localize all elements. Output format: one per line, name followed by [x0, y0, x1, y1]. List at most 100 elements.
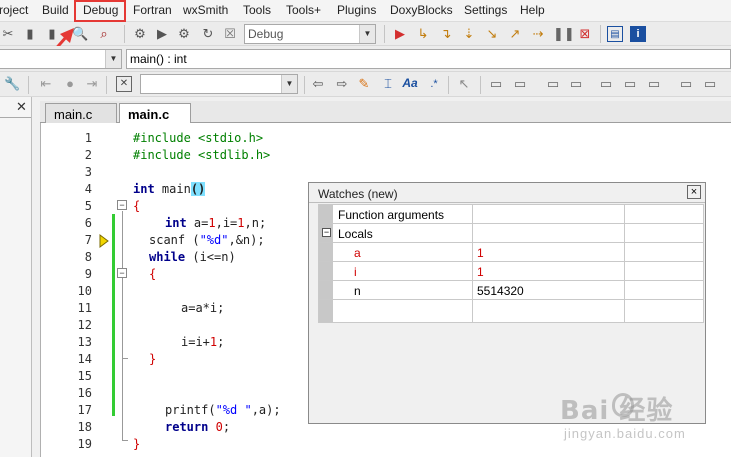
- function-select-value: main() : int: [130, 52, 187, 66]
- watch-row[interactable]: − Locals: [319, 224, 703, 243]
- watch-row[interactable]: i 1: [319, 262, 703, 281]
- watch-value: 1: [477, 246, 484, 260]
- chevron-down-icon[interactable]: ▼: [359, 25, 375, 43]
- keyword: int: [133, 182, 155, 196]
- close-icon[interactable]: ✕: [16, 99, 27, 115]
- run-to-cursor-icon[interactable]: ↳: [415, 26, 431, 42]
- forward-arrow-icon[interactable]: ⇨: [334, 76, 350, 92]
- abort-icon[interactable]: ☒: [222, 26, 238, 42]
- run-icon[interactable]: ▶: [154, 26, 170, 42]
- watches-window[interactable]: Watches (new) × Function arguments − Loc…: [308, 182, 706, 424]
- tab-main-c-1[interactable]: main.c: [45, 103, 117, 124]
- code-text: ;: [217, 335, 225, 349]
- code-line-6: int a=1,i=1,n;: [165, 216, 266, 230]
- debug-start-icon[interactable]: ▶: [392, 26, 408, 42]
- match-case-icon[interactable]: Aa: [402, 75, 418, 91]
- watch-row[interactable]: n 5514320: [319, 281, 703, 300]
- highlight-pen-icon[interactable]: ✎: [356, 76, 372, 92]
- build-gear-icon[interactable]: ⚙: [132, 26, 148, 42]
- code-text: scanf (: [149, 233, 200, 247]
- watch-row[interactable]: a 1: [319, 243, 703, 262]
- next-instruction-icon[interactable]: ⇣: [461, 26, 477, 42]
- brace-match-highlight: (): [190, 182, 206, 196]
- code-line-11: a=a*i;: [181, 301, 225, 315]
- layout-icon-2[interactable]: ▭: [512, 76, 528, 92]
- layout-icon-3[interactable]: ▭: [545, 76, 561, 92]
- debug-windows-icon[interactable]: ▤: [607, 26, 623, 42]
- code-line-4: int main(): [133, 182, 206, 196]
- code-text: ,a);: [251, 403, 281, 417]
- menu-wxsmith[interactable]: wxSmith: [183, 3, 228, 17]
- next-line-icon[interactable]: ↴: [438, 26, 454, 42]
- collapse-icon[interactable]: −: [322, 228, 331, 237]
- build-run-icon[interactable]: ⚙: [176, 26, 192, 42]
- rebuild-icon[interactable]: ↻: [200, 26, 216, 42]
- prev-bookmark-icon[interactable]: ⇤: [38, 76, 54, 92]
- select-pointer-icon[interactable]: ↖: [456, 76, 472, 92]
- layout-icon-7[interactable]: ▭: [646, 76, 662, 92]
- menu-project[interactable]: roject: [0, 3, 28, 17]
- code-text: i=i+: [181, 335, 210, 349]
- line-number: 19: [77, 437, 92, 451]
- watch-value: 1: [477, 265, 484, 279]
- back-arrow-icon[interactable]: ⇦: [310, 76, 326, 92]
- fold-toggle-icon[interactable]: −: [117, 200, 127, 210]
- line-number: 1: [84, 131, 92, 145]
- code-line-18: return 0;: [165, 420, 230, 434]
- menu-plugins[interactable]: Plugins: [337, 3, 376, 17]
- layout-icon-6[interactable]: ▭: [622, 76, 638, 92]
- layout-icon-8[interactable]: ▭: [678, 76, 694, 92]
- number-literal: 0: [215, 420, 223, 434]
- layout-icon-4[interactable]: ▭: [568, 76, 584, 92]
- watches-title: Watches (new): [318, 187, 398, 201]
- chevron-down-icon[interactable]: ▼: [281, 75, 297, 93]
- scope-select[interactable]: ▼: [0, 49, 122, 69]
- build-target-select[interactable]: Debug ▼: [244, 24, 376, 44]
- menu-doxyblocks[interactable]: DoxyBlocks: [390, 3, 453, 17]
- wrench-icon[interactable]: 🔧: [4, 76, 20, 92]
- menu-tools-plus[interactable]: Tools+: [286, 3, 321, 17]
- next-bookmark-icon[interactable]: ⇥: [84, 76, 100, 92]
- step-instruction-icon[interactable]: ⇢: [530, 26, 546, 42]
- watches-title-bar[interactable]: Watches (new) ×: [309, 183, 705, 203]
- menu-tools[interactable]: Tools: [243, 3, 271, 17]
- line-number: 5: [84, 199, 92, 213]
- management-panel: ✕: [0, 97, 32, 457]
- step-out-icon[interactable]: ↗: [507, 26, 523, 42]
- stop-debug-icon[interactable]: ⊠: [577, 26, 593, 42]
- watches-table[interactable]: Function arguments − Locals a 1 i 1 n 55…: [318, 204, 704, 323]
- toolbar-separator: [124, 25, 125, 43]
- step-into-icon[interactable]: ↘: [484, 26, 500, 42]
- layout-icon-5[interactable]: ▭: [598, 76, 614, 92]
- watch-row-empty[interactable]: [319, 300, 703, 319]
- line-number: 2: [84, 148, 92, 162]
- fold-toggle-icon[interactable]: −: [117, 268, 127, 278]
- menu-build[interactable]: Build: [42, 3, 69, 17]
- close-icon[interactable]: ×: [687, 185, 701, 199]
- menu-help[interactable]: Help: [520, 3, 545, 17]
- code-line-1: #include <stdio.h>: [133, 131, 264, 145]
- search-combo[interactable]: ▼: [140, 74, 298, 94]
- line-number: 14: [77, 352, 92, 366]
- clear-icon[interactable]: ✕: [116, 76, 132, 92]
- regex-icon[interactable]: .*: [426, 76, 442, 92]
- watch-row[interactable]: Function arguments: [319, 205, 703, 224]
- menu-settings[interactable]: Settings: [464, 3, 507, 17]
- copy-icon[interactable]: ▮: [22, 26, 38, 42]
- line-number: 10: [77, 284, 92, 298]
- baidu-watermark-logo: Bai 经验 jingyan.baidu.com: [560, 390, 730, 450]
- layout-icon-9[interactable]: ▭: [702, 76, 718, 92]
- function-select[interactable]: main() : int: [126, 49, 731, 69]
- info-icon[interactable]: i: [630, 26, 646, 42]
- toggle-bookmark-icon[interactable]: ●: [62, 76, 78, 92]
- selected-text-icon[interactable]: ⌶: [380, 76, 396, 92]
- menu-fortran[interactable]: Fortran: [133, 3, 172, 17]
- tab-main-c-2[interactable]: main.c: [119, 103, 191, 125]
- cut-icon[interactable]: ✂: [0, 26, 16, 42]
- code-line-8: while (i<=n): [149, 250, 236, 264]
- pause-icon[interactable]: ❚❚: [553, 26, 575, 42]
- chevron-down-icon[interactable]: ▼: [105, 50, 121, 68]
- watch-name: n: [354, 284, 361, 298]
- layout-icon-1[interactable]: ▭: [488, 76, 504, 92]
- line-number: 9: [84, 267, 92, 281]
